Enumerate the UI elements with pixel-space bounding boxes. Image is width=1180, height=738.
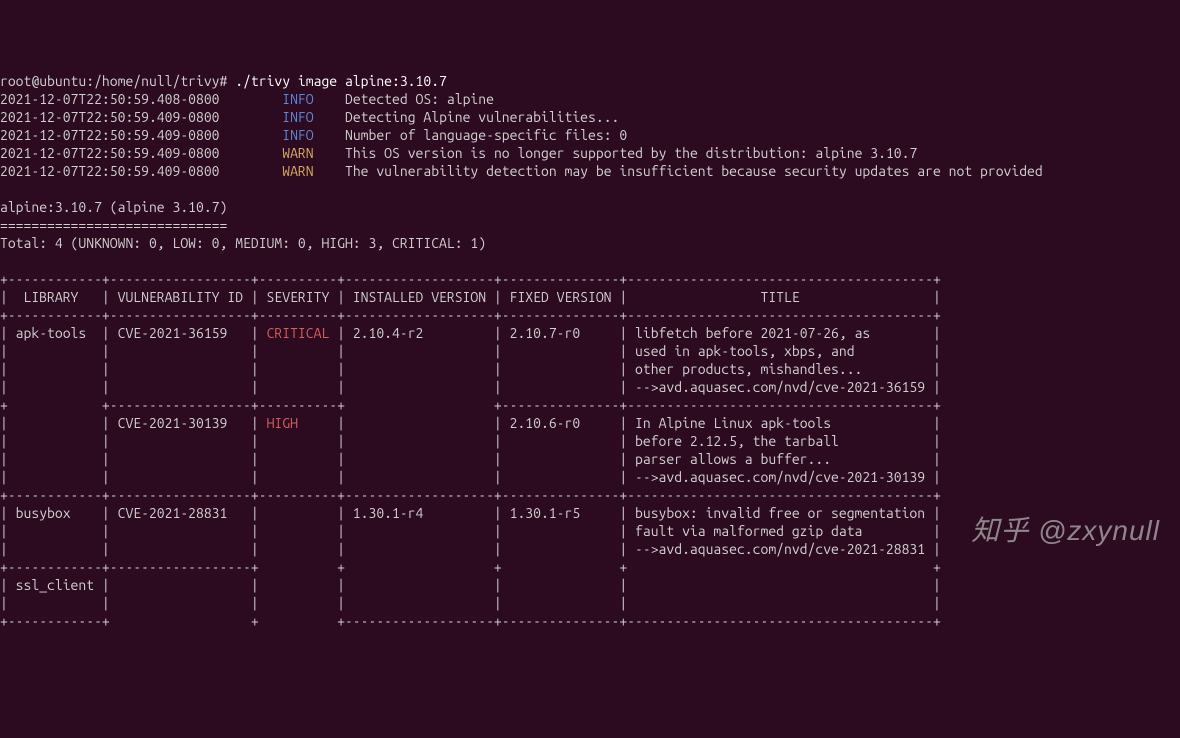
watermark: 知乎 @zxynull: [971, 522, 1160, 540]
terminal-output: root@ubuntu:/home/null/trivy# ./trivy im…: [0, 72, 1180, 630]
